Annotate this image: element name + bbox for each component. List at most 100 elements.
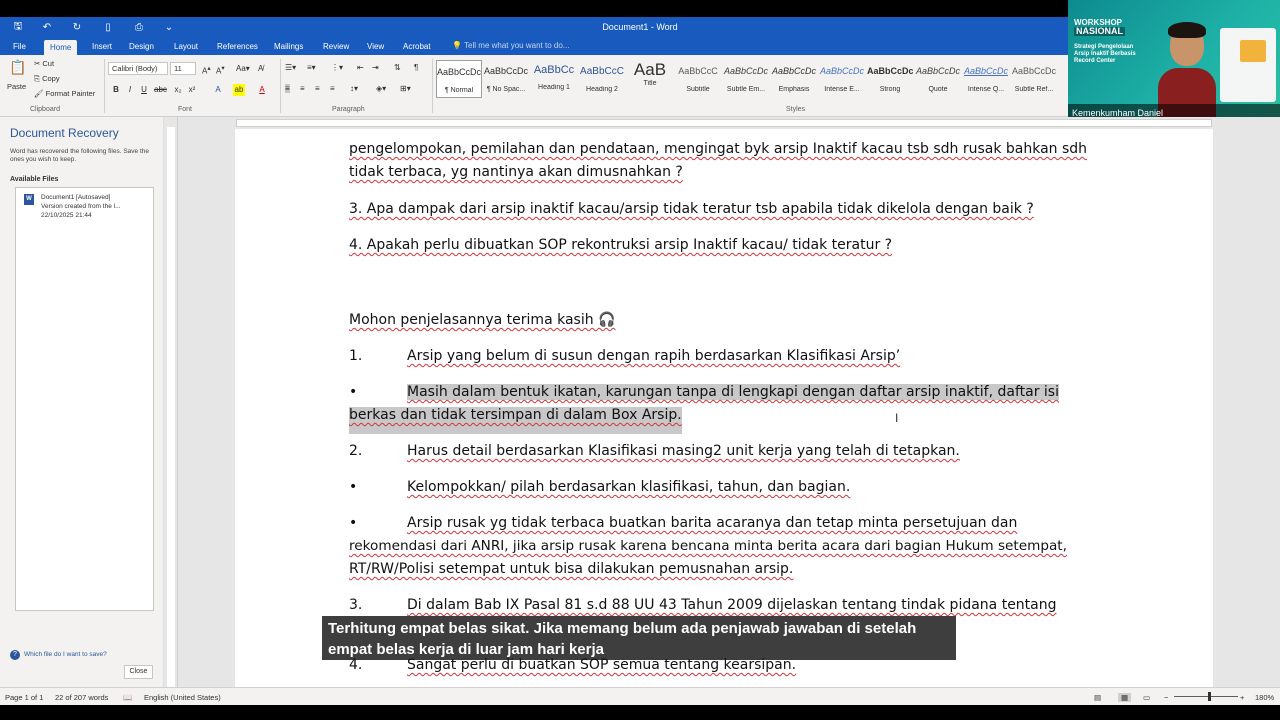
list-item[interactable]: • Arsip rusak yg tidak terbaca buatkan ba… xyxy=(349,512,1119,581)
shrink-font-icon[interactable]: A▾ xyxy=(216,64,225,76)
list-item[interactable]: 2. Harus detail berdasarkan Klasifikasi m… xyxy=(349,440,1109,463)
subscript-icon[interactable]: x₂ xyxy=(172,84,184,96)
style-intense-emphasis[interactable]: AaBbCcDc Intense E... xyxy=(819,60,865,98)
tab-layout[interactable]: Layout xyxy=(174,40,198,55)
document-recovery-pane: Document Recovery Word has recovered the… xyxy=(0,117,164,687)
increase-indent-icon[interactable]: ⇥ xyxy=(372,63,379,72)
print-layout-icon[interactable]: ▦ xyxy=(1118,693,1132,702)
zoom-out-icon[interactable]: − xyxy=(1164,693,1168,702)
style-heading-1[interactable]: AaBbCc Heading 1 xyxy=(531,60,577,98)
list-item[interactable]: • Kelompokkan/ pilah berdasarkan klasifik… xyxy=(349,476,1109,499)
align-right-icon[interactable]: ≡ xyxy=(315,84,320,93)
paragraph[interactable]: Mohon penjelasannya terima kasih 🎧 xyxy=(349,309,1109,332)
paste-icon[interactable]: 📋 xyxy=(9,59,26,76)
proofing-icon[interactable]: 📖 xyxy=(123,693,132,702)
style-strong[interactable]: AaBbCcDc Strong xyxy=(867,60,913,98)
font-name-select[interactable]: Calibri (Body) xyxy=(108,62,168,75)
change-case-icon[interactable]: Aa▾ xyxy=(236,64,250,73)
style-subtle-reference[interactable]: AaBbCcDc Subtle Ref... xyxy=(1011,60,1057,98)
style-subtle-emphasis[interactable]: AaBbCcDc Subtle Em... xyxy=(723,60,769,98)
style-emphasis[interactable]: AaBbCcDc Emphasis xyxy=(771,60,817,98)
vertical-ruler-track xyxy=(167,127,175,687)
tab-insert[interactable]: Insert xyxy=(92,40,112,55)
paragraph[interactable]: 3. Apa dampak dari arsip inaktif kacau/a… xyxy=(349,198,1109,221)
text-effects-icon[interactable]: A xyxy=(212,84,224,96)
sort-icon[interactable]: ⇅ xyxy=(394,63,401,72)
cut-button[interactable]: ✂ Cut xyxy=(34,59,54,68)
style-name: Subtle Em... xyxy=(726,86,766,93)
list-number: 2. xyxy=(349,443,363,459)
style-title[interactable]: AaB Title xyxy=(627,60,673,98)
copy-button[interactable]: ⎘ Copy xyxy=(34,74,60,84)
multilevel-list-icon[interactable]: ⋮▾ xyxy=(331,63,343,72)
highlight-icon[interactable]: ab xyxy=(233,84,245,96)
style-name: ¶ Normal xyxy=(444,87,474,94)
format-painter-button[interactable]: 🖌 Format Painter xyxy=(34,89,95,98)
font-size-select[interactable]: 11 xyxy=(170,62,196,75)
tab-file[interactable]: File xyxy=(13,40,26,55)
paragraph[interactable]: 4. Apakah perlu dibuatkan SOP rekontruks… xyxy=(349,234,1109,257)
zoom-in-icon[interactable]: + xyxy=(1240,693,1244,702)
numbering-icon[interactable]: ≡▾ xyxy=(307,63,316,72)
tell-me-search[interactable]: 💡 Tell me what you want to do... xyxy=(452,41,569,50)
superscript-icon[interactable]: x² xyxy=(186,84,198,96)
bold-icon[interactable]: B xyxy=(110,84,122,96)
page-count[interactable]: Page 1 of 1 xyxy=(5,693,43,702)
bullets-icon[interactable]: ☰▾ xyxy=(285,63,296,72)
read-mode-icon[interactable]: ▤ xyxy=(1094,693,1101,702)
style-sample: AaBbCcDc xyxy=(1011,66,1056,76)
video-caption: Terhitung empat belas sikat. Jika memang… xyxy=(322,616,956,660)
tab-home[interactable]: Home xyxy=(44,40,78,55)
italic-icon[interactable]: I xyxy=(124,84,136,96)
list-item[interactable]: 3. Di dalam Bab IX Pasal 81 s.d 88 UU 43 … xyxy=(349,594,1109,617)
list-item[interactable]: • Masih dalam bentuk ikatan, karungan tan… xyxy=(349,381,1109,434)
tab-acrobat[interactable]: Acrobat xyxy=(403,40,431,55)
zoom-slider[interactable] xyxy=(1174,696,1238,697)
style-name: Quote xyxy=(928,86,948,93)
grow-font-icon[interactable]: A▴ xyxy=(202,64,211,76)
clear-format-icon[interactable]: A̸ xyxy=(258,64,263,73)
document-page[interactable]: pengelompokan, pemilahan dan pendataan, … xyxy=(235,129,1213,687)
font-color-icon[interactable]: A xyxy=(256,84,268,96)
paste-button[interactable]: Paste xyxy=(7,82,26,91)
style-sample: AaB xyxy=(633,60,667,79)
tab-design[interactable]: Design xyxy=(129,40,154,55)
align-left-icon[interactable]: ≡ xyxy=(285,84,290,93)
document-area[interactable]: pengelompokan, pemilahan dan pendataan, … xyxy=(178,117,1280,687)
list-number: 3. xyxy=(349,597,363,613)
text-line: Kelompokkan/ pilah berdasarkan klasifika… xyxy=(407,479,851,495)
tab-references[interactable]: References xyxy=(217,40,258,55)
language-status[interactable]: English (United States) xyxy=(144,693,221,702)
strikethrough-icon[interactable]: abc xyxy=(154,84,167,96)
recovery-description: Word has recovered the following files. … xyxy=(10,148,149,163)
zoom-slider-handle[interactable] xyxy=(1208,692,1211,701)
style-heading-2[interactable]: AaBbCcC Heading 2 xyxy=(579,60,625,98)
scissors-icon: ✂ xyxy=(34,59,41,68)
close-button[interactable]: Close xyxy=(124,665,153,679)
recovery-help-link[interactable]: ? Which file do I want to save? xyxy=(10,650,107,660)
underline-icon[interactable]: U xyxy=(138,84,150,96)
style-normal[interactable]: AaBbCcDc ¶ Normal xyxy=(436,60,482,98)
word-file-icon: W xyxy=(24,194,34,205)
list-item[interactable]: 1. Arsip yang belum di susun dengan rapih… xyxy=(349,345,1109,368)
style-quote[interactable]: AaBbCcDc Quote xyxy=(915,60,961,98)
align-center-icon[interactable]: ≡ xyxy=(300,84,305,93)
borders-icon[interactable]: ⊞▾ xyxy=(400,84,411,93)
zoom-level[interactable]: 180% xyxy=(1255,693,1274,702)
clipboard-group-label: Clipboard xyxy=(30,106,60,113)
decrease-indent-icon[interactable]: ⇤ xyxy=(357,63,364,72)
style-intense-quote[interactable]: AaBbCcDc Intense Q... xyxy=(963,60,1009,98)
word-count[interactable]: 22 of 207 words xyxy=(55,693,108,702)
style-no-spacing[interactable]: AaBbCcDc ¶ No Spac... xyxy=(483,60,529,98)
justify-icon[interactable]: ≡ xyxy=(330,84,335,93)
tab-mailings[interactable]: Mailings xyxy=(274,40,303,55)
horizontal-ruler[interactable] xyxy=(178,117,1280,128)
line-spacing-icon[interactable]: ↕▾ xyxy=(350,84,358,93)
shading-icon[interactable]: ◈▾ xyxy=(376,84,386,93)
tab-review[interactable]: Review xyxy=(323,40,349,55)
web-layout-icon[interactable]: ▭ xyxy=(1143,693,1150,702)
pilcrow-icon[interactable]: ¶ xyxy=(414,63,418,72)
style-subtitle[interactable]: AaBbCcC Subtitle xyxy=(675,60,721,98)
paragraph[interactable]: pengelompokan, pemilahan dan pendataan, … xyxy=(349,138,1109,184)
tab-view[interactable]: View xyxy=(367,40,384,55)
